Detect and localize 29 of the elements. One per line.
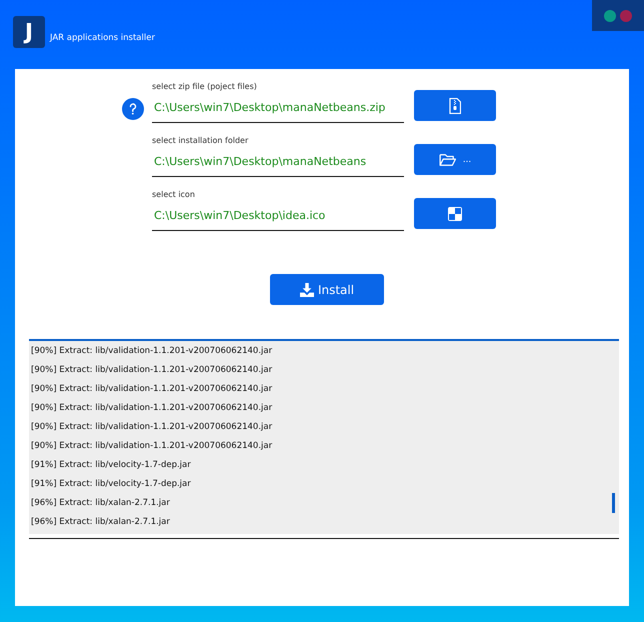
path-field[interactable]: C:\Users\win7\Desktop\manaNetbeans.zip <box>152 97 404 123</box>
path-field[interactable]: C:\Users\win7\Desktop\manaNetbeans <box>152 151 404 177</box>
browse-button[interactable]: ... <box>414 144 496 175</box>
browse-button[interactable] <box>414 198 496 229</box>
field-label: select zip file (poject files) <box>152 82 258 91</box>
log-line: [90%] Extract: lib/validation-1.1.201-v200706062140.jar <box>30 345 272 358</box>
window-title: JAR applications installer <box>50 33 155 43</box>
log-line: [96%] Extract: lib/xalan-2.7.1.jar <box>30 497 170 510</box>
path-field[interactable]: C:\Users\win7\Desktop\idea.ico <box>152 205 404 231</box>
field-label: select installation folder <box>152 136 250 145</box>
log-line: [91%] Extract: lib/velocity-1.7-dep.jar <box>30 478 191 491</box>
log-line: [90%] Extract: lib/validation-1.1.201-v200706062140.jar <box>30 440 272 453</box>
scrollbar-thumb[interactable] <box>612 493 615 513</box>
minimize-button[interactable] <box>604 10 616 22</box>
browse-button[interactable] <box>414 90 496 121</box>
help-icon[interactable] <box>122 98 144 120</box>
checker-icon <box>448 206 462 220</box>
download-icon <box>300 282 314 296</box>
folder-icon <box>438 152 457 166</box>
install-button[interactable]: Install <box>270 274 384 305</box>
app-logo: J <box>13 16 45 48</box>
field-label: select icon <box>152 190 196 199</box>
log-line: [90%] Extract: lib/validation-1.1.201-v200706062140.jar <box>30 402 272 415</box>
log-line: [96%] Extract: lib/xalan-2.7.1.jar <box>30 516 170 529</box>
zip-file-icon <box>449 98 461 114</box>
log-line: [90%] Extract: lib/validation-1.1.201-v200706062140.jar <box>30 383 272 396</box>
log-line: [90%] Extract: lib/validation-1.1.201-v200706062140.jar <box>30 421 272 434</box>
log-line: [90%] Extract: lib/validation-1.1.201-v200706062140.jar <box>30 364 272 377</box>
log-line: [91%] Extract: lib/velocity-1.7-dep.jar <box>30 459 191 472</box>
